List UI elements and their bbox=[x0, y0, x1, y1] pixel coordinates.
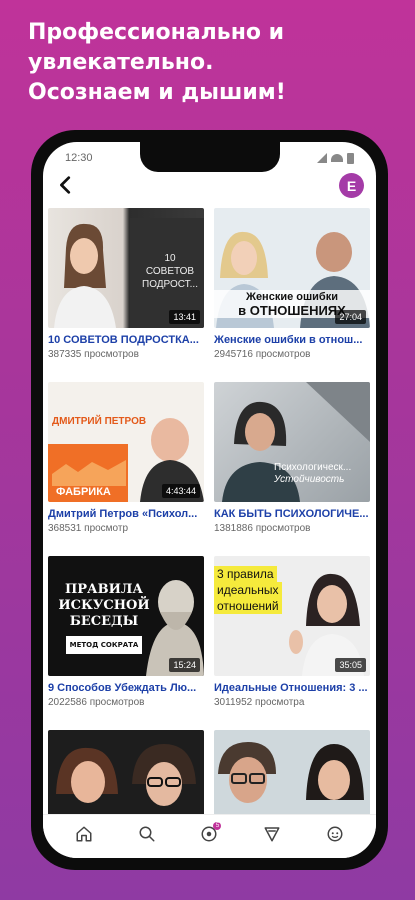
video-card[interactable]: Психологическ... Устойчивость КАК БЫТЬ П… bbox=[214, 382, 370, 548]
overlay-line: ПРАВИЛА bbox=[65, 582, 143, 597]
overlay-line: Психологическ... bbox=[274, 462, 352, 473]
nav-profile[interactable] bbox=[322, 821, 348, 847]
headline-line-1: Профессионально и bbox=[28, 20, 285, 45]
video-title[interactable]: 10 СОВЕТОВ ПОДРОСТКА... bbox=[48, 334, 204, 346]
overlay-line: 10 bbox=[164, 253, 176, 264]
back-arrow-icon[interactable] bbox=[55, 174, 77, 196]
app-bar: E bbox=[43, 170, 376, 202]
home-icon bbox=[76, 826, 92, 841]
thumbnail-text: ДМИТРИЙ ПЕТРОВ bbox=[52, 416, 146, 427]
video-duration: 35:05 bbox=[335, 658, 366, 672]
send-icon bbox=[264, 826, 280, 841]
video-card[interactable]: ДМИТРИЙ ПЕТРОВ ФАБРИКА 4:43:44 Дмитрий П… bbox=[48, 382, 204, 548]
video-thumbnail[interactable]: ПРАВИЛА ИСКУСНОЙ БЕСЕДЫ МЕТОД СОКРАТА 15… bbox=[48, 556, 204, 676]
thumbnail-text: Психологическ... Устойчивость bbox=[274, 462, 351, 486]
wifi-icon bbox=[331, 154, 343, 162]
overlay-line: ПОДРОСТ... bbox=[142, 279, 198, 290]
video-duration: 27:04 bbox=[335, 310, 366, 324]
overlay-line: БЕСЕДЫ bbox=[69, 614, 139, 629]
search-icon bbox=[139, 826, 155, 841]
video-title[interactable]: Идеальные Отношения: 3 ... bbox=[214, 682, 370, 694]
overlay-line: ДМИТРИЙ ПЕТРОВ bbox=[52, 416, 147, 427]
video-thumbnail[interactable]: ДМИТРИЙ ПЕТРОВ ФАБРИКА 4:43:44 bbox=[48, 382, 204, 502]
video-views: 387335 просмотров bbox=[48, 349, 139, 360]
nav-home[interactable] bbox=[71, 821, 97, 847]
nav-send[interactable] bbox=[259, 821, 285, 847]
video-title[interactable]: Дмитрий Петров «Психол... bbox=[48, 508, 204, 520]
video-card[interactable]: 3 правила идеальных отношений 35:05 Идеа… bbox=[214, 556, 370, 722]
video-thumbnail[interactable]: 10 СОВЕТОВ ПОДРОСТ... 13:41 bbox=[48, 208, 204, 328]
overlay-line: СОВЕТОВ bbox=[145, 266, 195, 277]
video-title[interactable]: Женские ошибки в отнош... bbox=[214, 334, 370, 346]
overlay-line: МЕТОД СОКРАТА bbox=[65, 636, 143, 654]
thumbnail-text: ФАБРИКА bbox=[56, 486, 111, 498]
video-views: 2945716 просмотров bbox=[214, 349, 311, 360]
nav-notifications[interactable]: 5 bbox=[196, 821, 222, 847]
profile-icon bbox=[327, 826, 343, 841]
video-duration: 15:24 bbox=[169, 658, 200, 672]
video-card[interactable]: Женские ошибки в ОТНОШЕНИЯХ 27:04 Женски… bbox=[214, 208, 370, 374]
overlay-line: 3 правила bbox=[214, 566, 277, 582]
thumbnail-text: 10 СОВЕТОВ ПОДРОСТ... bbox=[140, 252, 200, 291]
phone-frame: 12:30 E 10 СОВЕТОВ ПОДРОСТ... 13:41 10 С… bbox=[31, 130, 388, 870]
video-thumbnail[interactable]: Психологическ... Устойчивость bbox=[214, 382, 370, 502]
video-card[interactable]: 10 СОВЕТОВ ПОДРОСТ... 13:41 10 СОВЕТОВ П… bbox=[48, 208, 204, 374]
video-views: 3011952 просмотра bbox=[214, 697, 305, 708]
notification-badge: 5 bbox=[213, 821, 222, 830]
overlay-line: Устойчивость bbox=[274, 474, 345, 485]
avatar[interactable]: E bbox=[339, 173, 364, 198]
video-views: 1381886 просмотров bbox=[214, 523, 311, 534]
phone-screen: 12:30 E 10 СОВЕТОВ ПОДРОСТ... 13:41 10 С… bbox=[43, 142, 376, 858]
headline-line-2: увлекательно. bbox=[28, 50, 214, 75]
video-thumbnail[interactable]: Женские ошибки в ОТНОШЕНИЯХ 27:04 bbox=[214, 208, 370, 328]
signal-icon bbox=[317, 153, 327, 163]
phone-notch bbox=[139, 142, 280, 172]
overlay-line: ИСКУСНОЙ bbox=[58, 598, 150, 613]
overlay-line: отношений bbox=[214, 598, 282, 614]
video-views: 2022586 просмотров bbox=[48, 697, 145, 708]
headline-line-3: Осознаем и дышим! bbox=[28, 80, 286, 105]
promo-headline: Профессионально и увлекательно. Осознаем… bbox=[28, 18, 398, 108]
overlay-line: ФАБРИКА bbox=[56, 486, 111, 498]
thumbnail-text: 3 правила идеальных отношений bbox=[214, 566, 282, 614]
battery-icon bbox=[347, 152, 354, 164]
video-views: 368531 просмотр bbox=[48, 523, 129, 534]
video-grid: 10 СОВЕТОВ ПОДРОСТ... 13:41 10 СОВЕТОВ П… bbox=[48, 208, 371, 858]
video-thumbnail[interactable]: 3 правила идеальных отношений 35:05 bbox=[214, 556, 370, 676]
video-duration: 4:43:44 bbox=[161, 484, 200, 498]
status-icons bbox=[317, 152, 354, 164]
bottom-nav: 5 bbox=[43, 814, 376, 858]
status-time: 12:30 bbox=[65, 152, 93, 164]
video-card[interactable]: ПРАВИЛА ИСКУСНОЙ БЕСЕДЫ МЕТОД СОКРАТА 15… bbox=[48, 556, 204, 722]
thumbnail-text: ПРАВИЛА ИСКУСНОЙ БЕСЕДЫ МЕТОД СОКРАТА bbox=[56, 582, 152, 654]
video-title[interactable]: 9 Способов Убеждать Лю... bbox=[48, 682, 204, 694]
video-duration: 13:41 bbox=[169, 310, 200, 324]
overlay-line: идеальных bbox=[214, 582, 282, 598]
nav-search[interactable] bbox=[134, 821, 160, 847]
overlay-line: Женские ошибки bbox=[246, 291, 338, 303]
video-title[interactable]: КАК БЫТЬ ПСИХОЛОГИЧЕ... bbox=[214, 508, 370, 520]
